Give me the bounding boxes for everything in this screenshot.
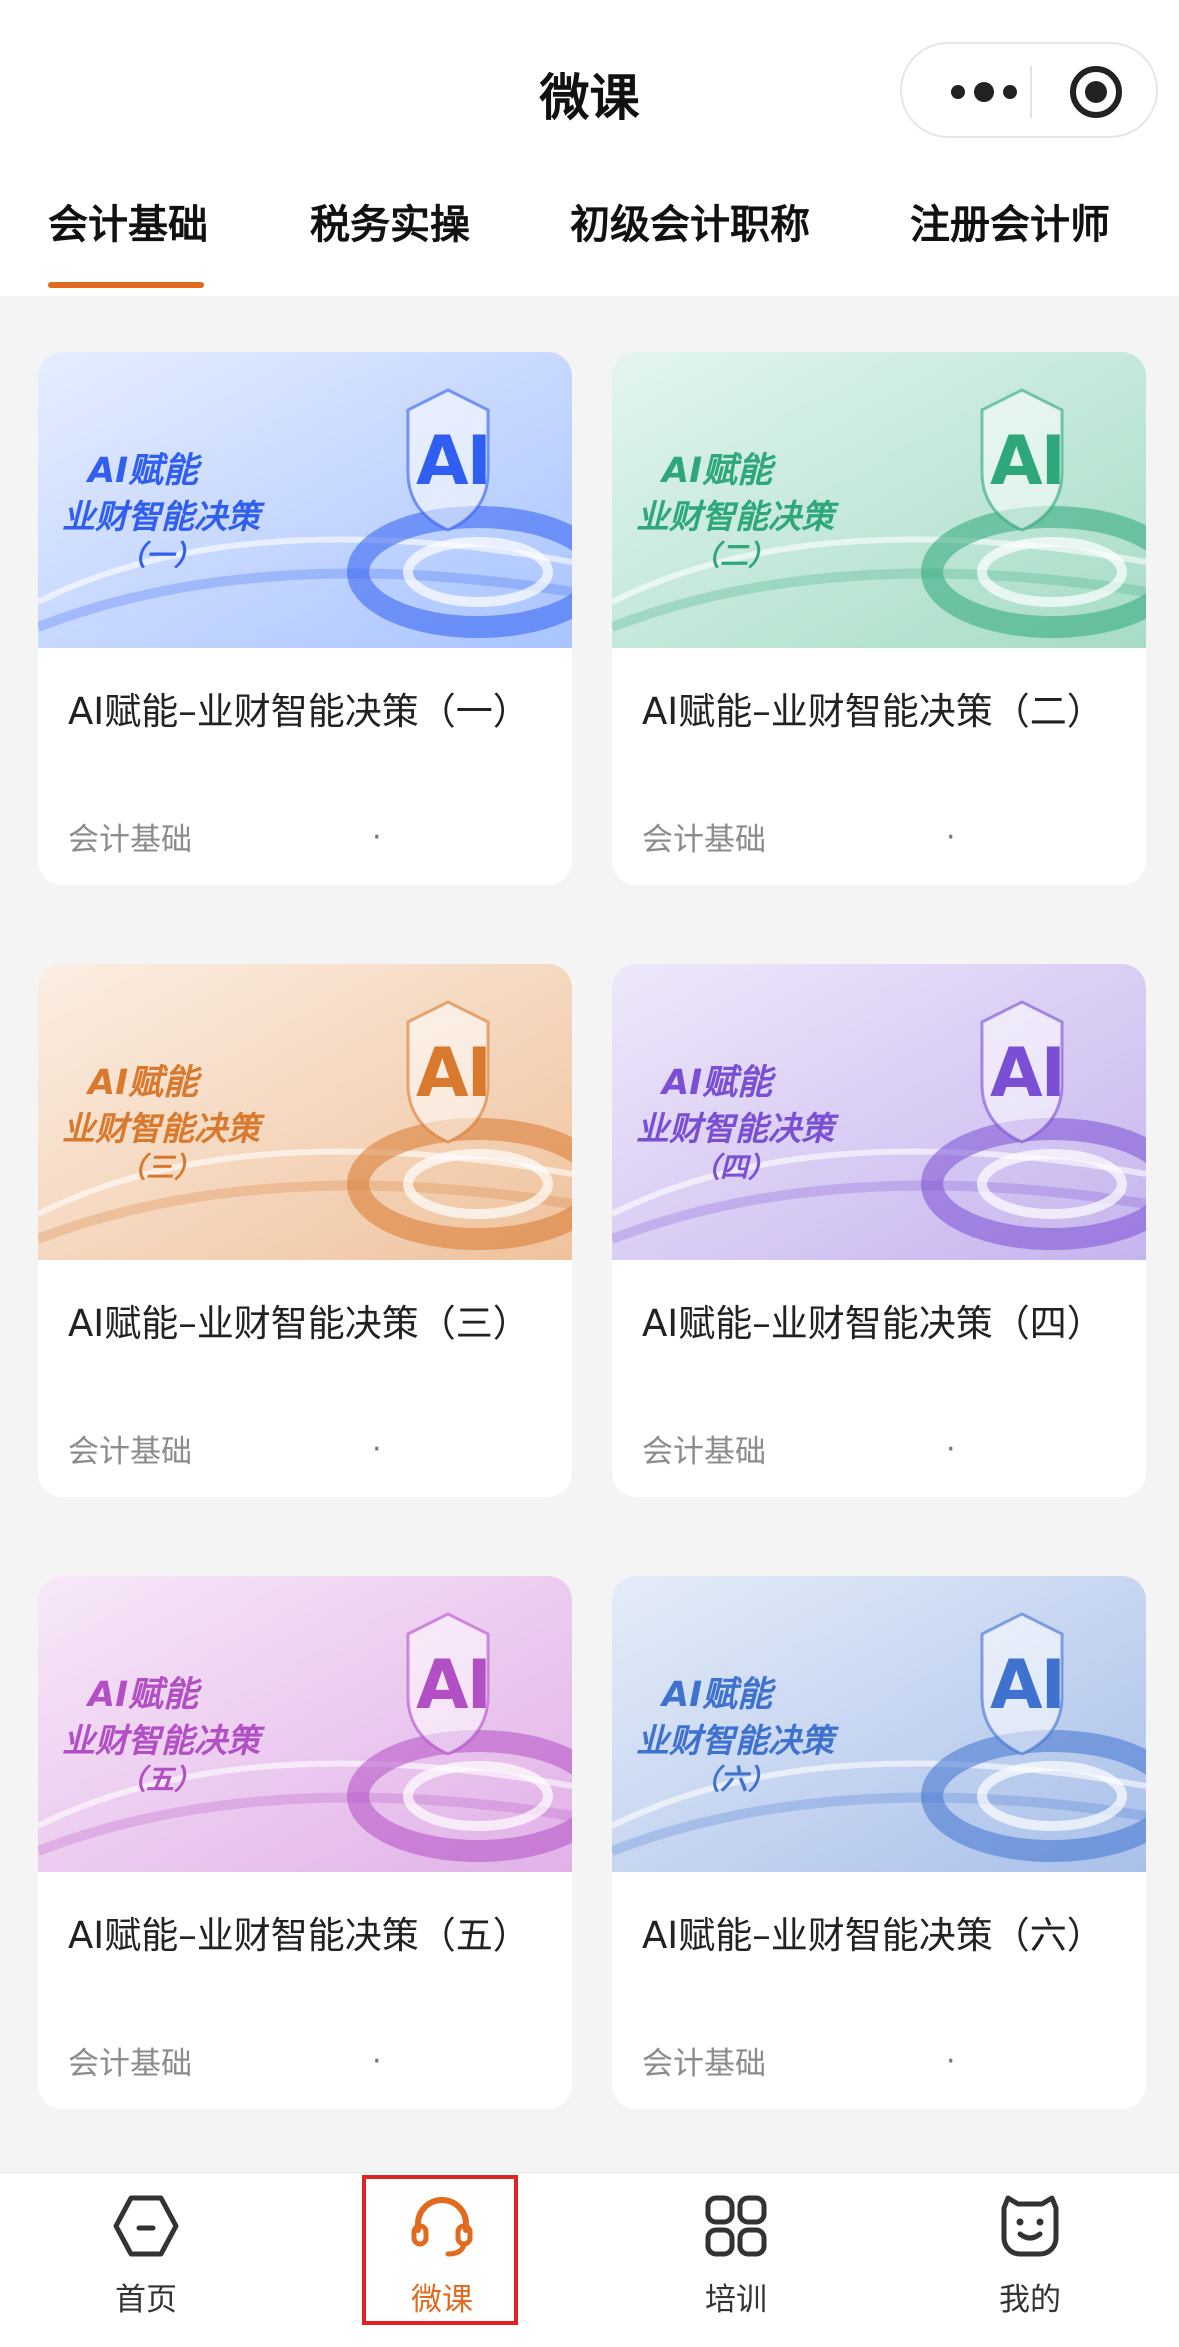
thumb-line-1: AI赋能 [662,1675,773,1715]
thumb-line-1: AI赋能 [88,1063,199,1103]
nav-mine[interactable]: 我的 [952,2178,1108,2328]
course-meta-dot: · [372,820,382,855]
course-title: AI赋能–业财智能决策（二） [642,690,1104,733]
course-title: AI赋能–业财智能决策（三） [68,1302,530,1345]
thumb-line-1: AI赋能 [662,1063,773,1103]
course-meta-dot: · [946,820,956,855]
miniprogram-capsule [900,42,1158,138]
active-tab-indicator [48,282,204,288]
thumb-line-1: AI赋能 [662,451,773,491]
thumb-line-1: AI赋能 [88,1675,199,1715]
home-hexagon-icon [113,2195,179,2257]
course-thumbnail: AI赋能业财智能决策 （六） AI [612,1576,1146,1872]
thumb-line-2: 业财智能决策 [636,497,834,536]
course-card[interactable]: AI赋能业财智能决策 （二） AI AI赋能–业财智能决策（二） 会计基础 · [612,352,1146,885]
nav-training[interactable]: 培训 [658,2178,814,2328]
capsule-divider [1030,66,1032,118]
course-card[interactable]: AI赋能业财智能决策 （四） AI AI赋能–业财智能决策（四） 会计基础 · [612,964,1146,1497]
thumb-line-1: AI赋能 [88,451,199,491]
course-thumbnail: AI赋能业财智能决策 （一） AI [38,352,572,648]
thumb-line-3: （五） [118,1763,203,1796]
top-header: 微课 会计基础 税务实操 初级会计职称 注册会计师 [0,0,1179,296]
thumb-line-2: 业财智能决策 [636,1721,834,1760]
thumb-line-3: （三） [118,1151,203,1184]
close-miniprogram-icon[interactable] [1070,66,1122,118]
course-title: AI赋能–业财智能决策（四） [642,1302,1104,1345]
thumb-line-3: （四） [692,1151,777,1184]
course-title: AI赋能–业财智能决策（一） [68,690,530,733]
course-thumbnail: AI赋能业财智能决策 （二） AI [612,352,1146,648]
tab-junior-accountant[interactable]: 初级会计职称 [570,192,810,250]
thumb-line-2: 业财智能决策 [62,497,260,536]
thumb-ai-badge: AI [416,1646,492,1725]
thumb-line-3: （一） [118,539,203,572]
active-nav-highlight-box [362,2175,518,2325]
thumb-ai-badge: AI [990,422,1066,501]
course-thumbnail: AI赋能业财智能决策 （五） AI [38,1576,572,1872]
more-options-icon[interactable] [936,74,1032,110]
thumb-line-3: （二） [692,539,777,572]
thumb-ai-badge: AI [416,1034,492,1113]
course-meta-dot: · [946,1432,956,1467]
tab-tax-practice[interactable]: 税务实操 [310,192,470,250]
course-title: AI赋能–业财智能决策（六） [642,1914,1104,1957]
course-card[interactable]: AI赋能业财智能决策 （一） AI AI赋能–业财智能决策（一） 会计基础 · [38,352,572,885]
thumb-line-2: 业财智能决策 [62,1109,260,1148]
course-card[interactable]: AI赋能业财智能决策 （六） AI AI赋能–业财智能决策（六） 会计基础 · [612,1576,1146,2109]
nav-mine-label: 我的 [999,2282,1061,2318]
thumb-ai-badge: AI [990,1646,1066,1725]
course-card[interactable]: AI赋能业财智能决策 （三） AI AI赋能–业财智能决策（三） 会计基础 · [38,964,572,1497]
course-category: 会计基础 [642,822,766,858]
nav-home-label: 首页 [115,2282,177,2318]
course-category: 会计基础 [642,1434,766,1470]
thumb-line-3: （六） [692,1763,777,1796]
thumb-line-2: 业财智能决策 [636,1109,834,1148]
tab-cpa[interactable]: 注册会计师 [910,192,1110,250]
course-thumbnail: AI赋能业财智能决策 （三） AI [38,964,572,1260]
course-card[interactable]: AI赋能业财智能决策 （五） AI AI赋能–业财智能决策（五） 会计基础 · [38,1576,572,2109]
thumb-ai-badge: AI [416,422,492,501]
grid-apps-icon [705,2195,767,2257]
course-title: AI赋能–业财智能决策（五） [68,1914,530,1957]
course-thumbnail: AI赋能业财智能决策 （四） AI [612,964,1146,1260]
course-category: 会计基础 [642,2046,766,2082]
nav-home[interactable]: 首页 [68,2178,224,2328]
nav-training-label: 培训 [705,2282,767,2318]
tab-accounting-basics[interactable]: 会计基础 [48,192,208,250]
thumb-ai-badge: AI [990,1034,1066,1113]
course-meta-dot: · [946,2044,956,2079]
course-meta-dot: · [372,1432,382,1467]
course-category: 会计基础 [68,1434,192,1470]
smiley-face-icon [1001,2195,1059,2257]
course-category: 会计基础 [68,2046,192,2082]
course-meta-dot: · [372,2044,382,2079]
course-category: 会计基础 [68,822,192,858]
thumb-line-2: 业财智能决策 [62,1721,260,1760]
